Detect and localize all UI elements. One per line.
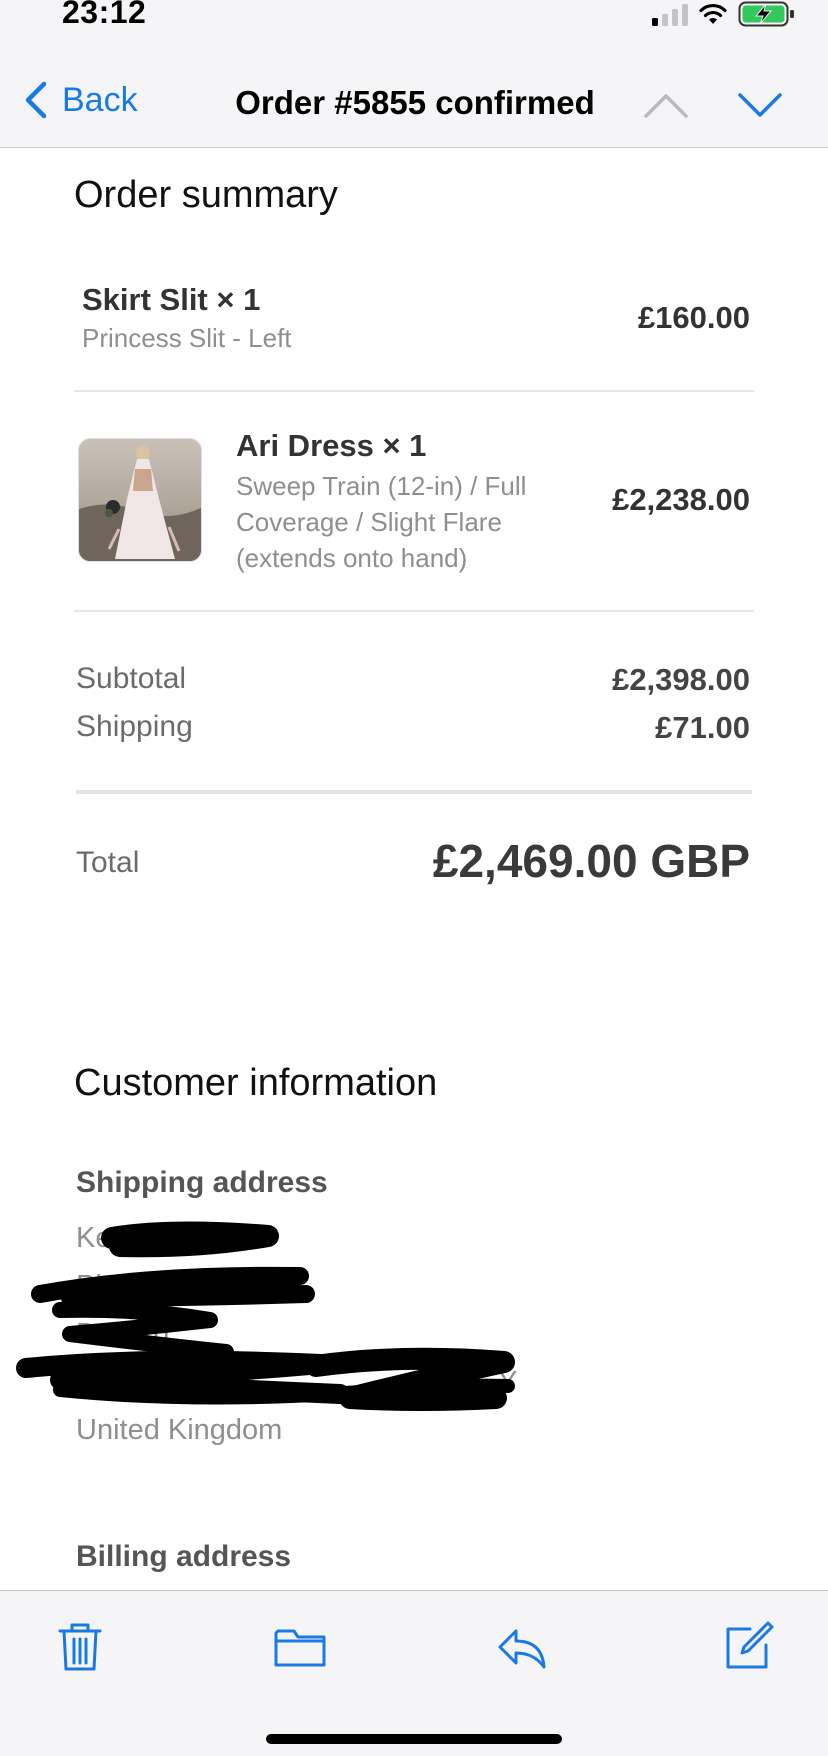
email-body[interactable]: Order summary Skirt Slit × 1 Princess Sl… bbox=[0, 148, 828, 1590]
shipping-value: £71.00 bbox=[655, 710, 750, 745]
compose-icon[interactable] bbox=[720, 1619, 776, 1675]
back-label: Back bbox=[62, 80, 138, 119]
back-chevron-icon bbox=[25, 81, 47, 119]
navigation-bar: Back Order #5855 confirmed bbox=[0, 44, 828, 148]
line-item-price: £160.00 bbox=[637, 300, 750, 335]
wifi-icon bbox=[699, 3, 727, 24]
total-value: £2,469.00 GBP bbox=[432, 835, 750, 887]
status-bar: 23:12 bbox=[0, 0, 828, 44]
billing-address-heading: Billing address bbox=[76, 1540, 292, 1573]
bottom-toolbar bbox=[0, 1590, 828, 1756]
line-item-name: Ari Dress × 1 bbox=[236, 428, 427, 463]
line-item-variant-line-1: Sweep Train (12-in) / Full bbox=[236, 471, 527, 501]
reply-icon[interactable] bbox=[494, 1619, 550, 1675]
message-subject-title: Order #5855 confirmed bbox=[235, 84, 595, 121]
folder-icon[interactable] bbox=[272, 1619, 328, 1675]
cellular-signal-icon bbox=[652, 4, 688, 26]
shipping-address-heading: Shipping address bbox=[76, 1166, 328, 1199]
customer-information-heading: Customer information bbox=[74, 1062, 438, 1104]
divider bbox=[76, 790, 752, 794]
address-line: Ke bbox=[76, 1222, 112, 1254]
subtotal-value: £2,398.00 bbox=[612, 662, 750, 697]
order-summary-heading: Order summary bbox=[74, 174, 338, 216]
address-country: United Kingdom bbox=[76, 1414, 283, 1446]
address-line: Y bbox=[498, 1366, 518, 1398]
dress-photo-image bbox=[79, 439, 201, 561]
home-indicator[interactable] bbox=[266, 1734, 562, 1744]
status-time: 23:12 bbox=[62, 0, 147, 30]
total-label: Total bbox=[76, 846, 140, 879]
shipping-label: Shipping bbox=[76, 710, 193, 743]
line-item-name: Skirt Slit × 1 bbox=[82, 282, 261, 317]
divider bbox=[74, 610, 754, 612]
subtotal-label: Subtotal bbox=[76, 662, 187, 695]
line-item-variant: Princess Slit - Left bbox=[82, 323, 292, 353]
next-message-chevron-down-icon[interactable] bbox=[736, 90, 784, 120]
line-item-variant-line-3: (extends onto hand) bbox=[236, 543, 468, 573]
address-line: Dulford bbox=[76, 1318, 170, 1350]
battery-charging-icon bbox=[738, 1, 794, 27]
divider bbox=[74, 390, 754, 392]
trash-icon[interactable] bbox=[52, 1619, 108, 1675]
back-button[interactable]: Back bbox=[22, 80, 138, 120]
previous-message-chevron-up-icon[interactable] bbox=[642, 90, 690, 120]
line-item-price: £2,238.00 bbox=[612, 482, 750, 517]
product-thumbnail[interactable] bbox=[78, 438, 202, 562]
line-item-variant-line-2: Coverage / Slight Flare bbox=[236, 507, 502, 537]
address-line: Ph bbox=[76, 1270, 112, 1302]
